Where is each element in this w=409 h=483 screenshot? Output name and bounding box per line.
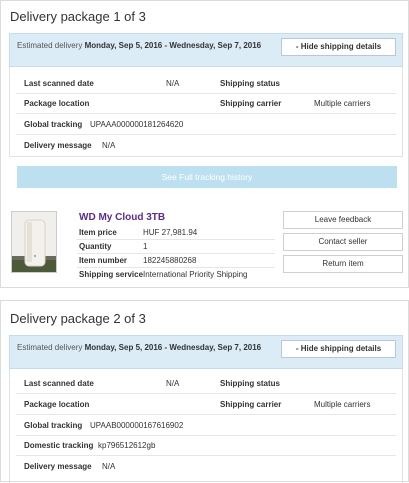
shipping-service-label: Shipping service [79, 270, 144, 279]
item-number-label: Item number [79, 256, 128, 265]
item-price-label: Item price [79, 228, 117, 237]
divider [16, 393, 396, 394]
last-scanned-label: Last scanned date [24, 79, 94, 88]
shipping-status-label: Shipping status [220, 79, 280, 88]
delivery-message-label: Delivery message [24, 141, 92, 150]
global-tracking-value[interactable]: UPAAA000000181264620 [90, 120, 183, 129]
divider [16, 93, 396, 94]
hard-drive-image [12, 212, 56, 272]
leave-feedback-button[interactable]: Leave feedback [283, 211, 403, 229]
delivery-package-1: Delivery package 1 of 3 Estimated delive… [0, 0, 409, 288]
quantity-value: 1 [143, 242, 148, 251]
delivery-package-2: Delivery package 2 of 3 Estimated delive… [0, 300, 409, 483]
package-title: Delivery package 1 of 3 [10, 9, 146, 24]
package-location-label: Package location [24, 99, 90, 108]
item-number-value: 182245880268 [143, 256, 197, 265]
quantity-label: Quantity [79, 242, 112, 251]
estimated-delivery-label: Estimated delivery [17, 343, 83, 352]
divider [16, 113, 396, 114]
domestic-tracking-value[interactable]: kp796512612gb [98, 441, 155, 450]
global-tracking-label: Global tracking [24, 421, 83, 430]
divider [77, 267, 275, 268]
full-tracking-history-button[interactable]: See Full tracking history [17, 166, 397, 188]
shipping-carrier-value: Multiple carriers [314, 99, 371, 108]
divider [16, 414, 396, 415]
global-tracking-value[interactable]: UPAAB000000167616902 [90, 421, 183, 430]
package-title: Delivery package 2 of 3 [10, 311, 146, 326]
divider [77, 253, 275, 254]
shipping-details: Last scanned date N/A Shipping status Pa… [9, 369, 403, 483]
item-title-link[interactable]: WD My Cloud 3TB [79, 212, 165, 223]
estimated-delivery-text: Estimated delivery Monday, Sep 5, 2016 -… [17, 342, 267, 353]
shipping-carrier-label: Shipping carrier [220, 99, 282, 108]
last-scanned-value: N/A [166, 379, 180, 388]
item-price-value: HUF 27,981.94 [143, 228, 198, 237]
last-scanned-label: Last scanned date [24, 379, 94, 388]
divider [16, 455, 396, 456]
shipping-status-label: Shipping status [220, 379, 280, 388]
delivery-message-value: N/A [102, 141, 116, 150]
estimated-delivery-bar: Estimated delivery Monday, Sep 5, 2016 -… [9, 335, 403, 369]
hide-shipping-details-button[interactable]: - Hide shipping details [281, 38, 396, 56]
estimated-delivery-label: Estimated delivery [17, 41, 83, 50]
divider [77, 239, 275, 240]
divider [16, 435, 396, 436]
return-item-button[interactable]: Return item [283, 255, 403, 273]
estimated-delivery-bar: Estimated delivery Monday, Sep 5, 2016 -… [9, 33, 403, 67]
domestic-tracking-label: Domestic tracking [24, 441, 94, 450]
divider [16, 134, 396, 135]
delivery-message-value: N/A [102, 462, 116, 471]
hide-shipping-details-button[interactable]: - Hide shipping details [281, 340, 396, 358]
estimated-delivery-dates: Monday, Sep 5, 2016 - Wednesday, Sep 7, … [84, 343, 262, 352]
shipping-carrier-label: Shipping carrier [220, 400, 282, 409]
global-tracking-label: Global tracking [24, 120, 83, 129]
shipping-service-value: International Priority Shipping [143, 270, 248, 279]
shipping-details: Last scanned date N/A Shipping status Pa… [9, 67, 403, 157]
package-location-label: Package location [24, 400, 90, 409]
last-scanned-value: N/A [166, 79, 180, 88]
estimated-delivery-text: Estimated delivery Monday, Sep 5, 2016 -… [17, 40, 267, 51]
contact-seller-button[interactable]: Contact seller [283, 233, 403, 251]
order-item: WD My Cloud 3TB Item price HUF 27,981.94… [9, 207, 403, 285]
product-image[interactable] [11, 211, 57, 273]
delivery-message-label: Delivery message [24, 462, 92, 471]
shipping-carrier-value: Multiple carriers [314, 400, 371, 409]
estimated-delivery-dates: Monday, Sep 5, 2016 - Wednesday, Sep 7, … [84, 41, 262, 50]
